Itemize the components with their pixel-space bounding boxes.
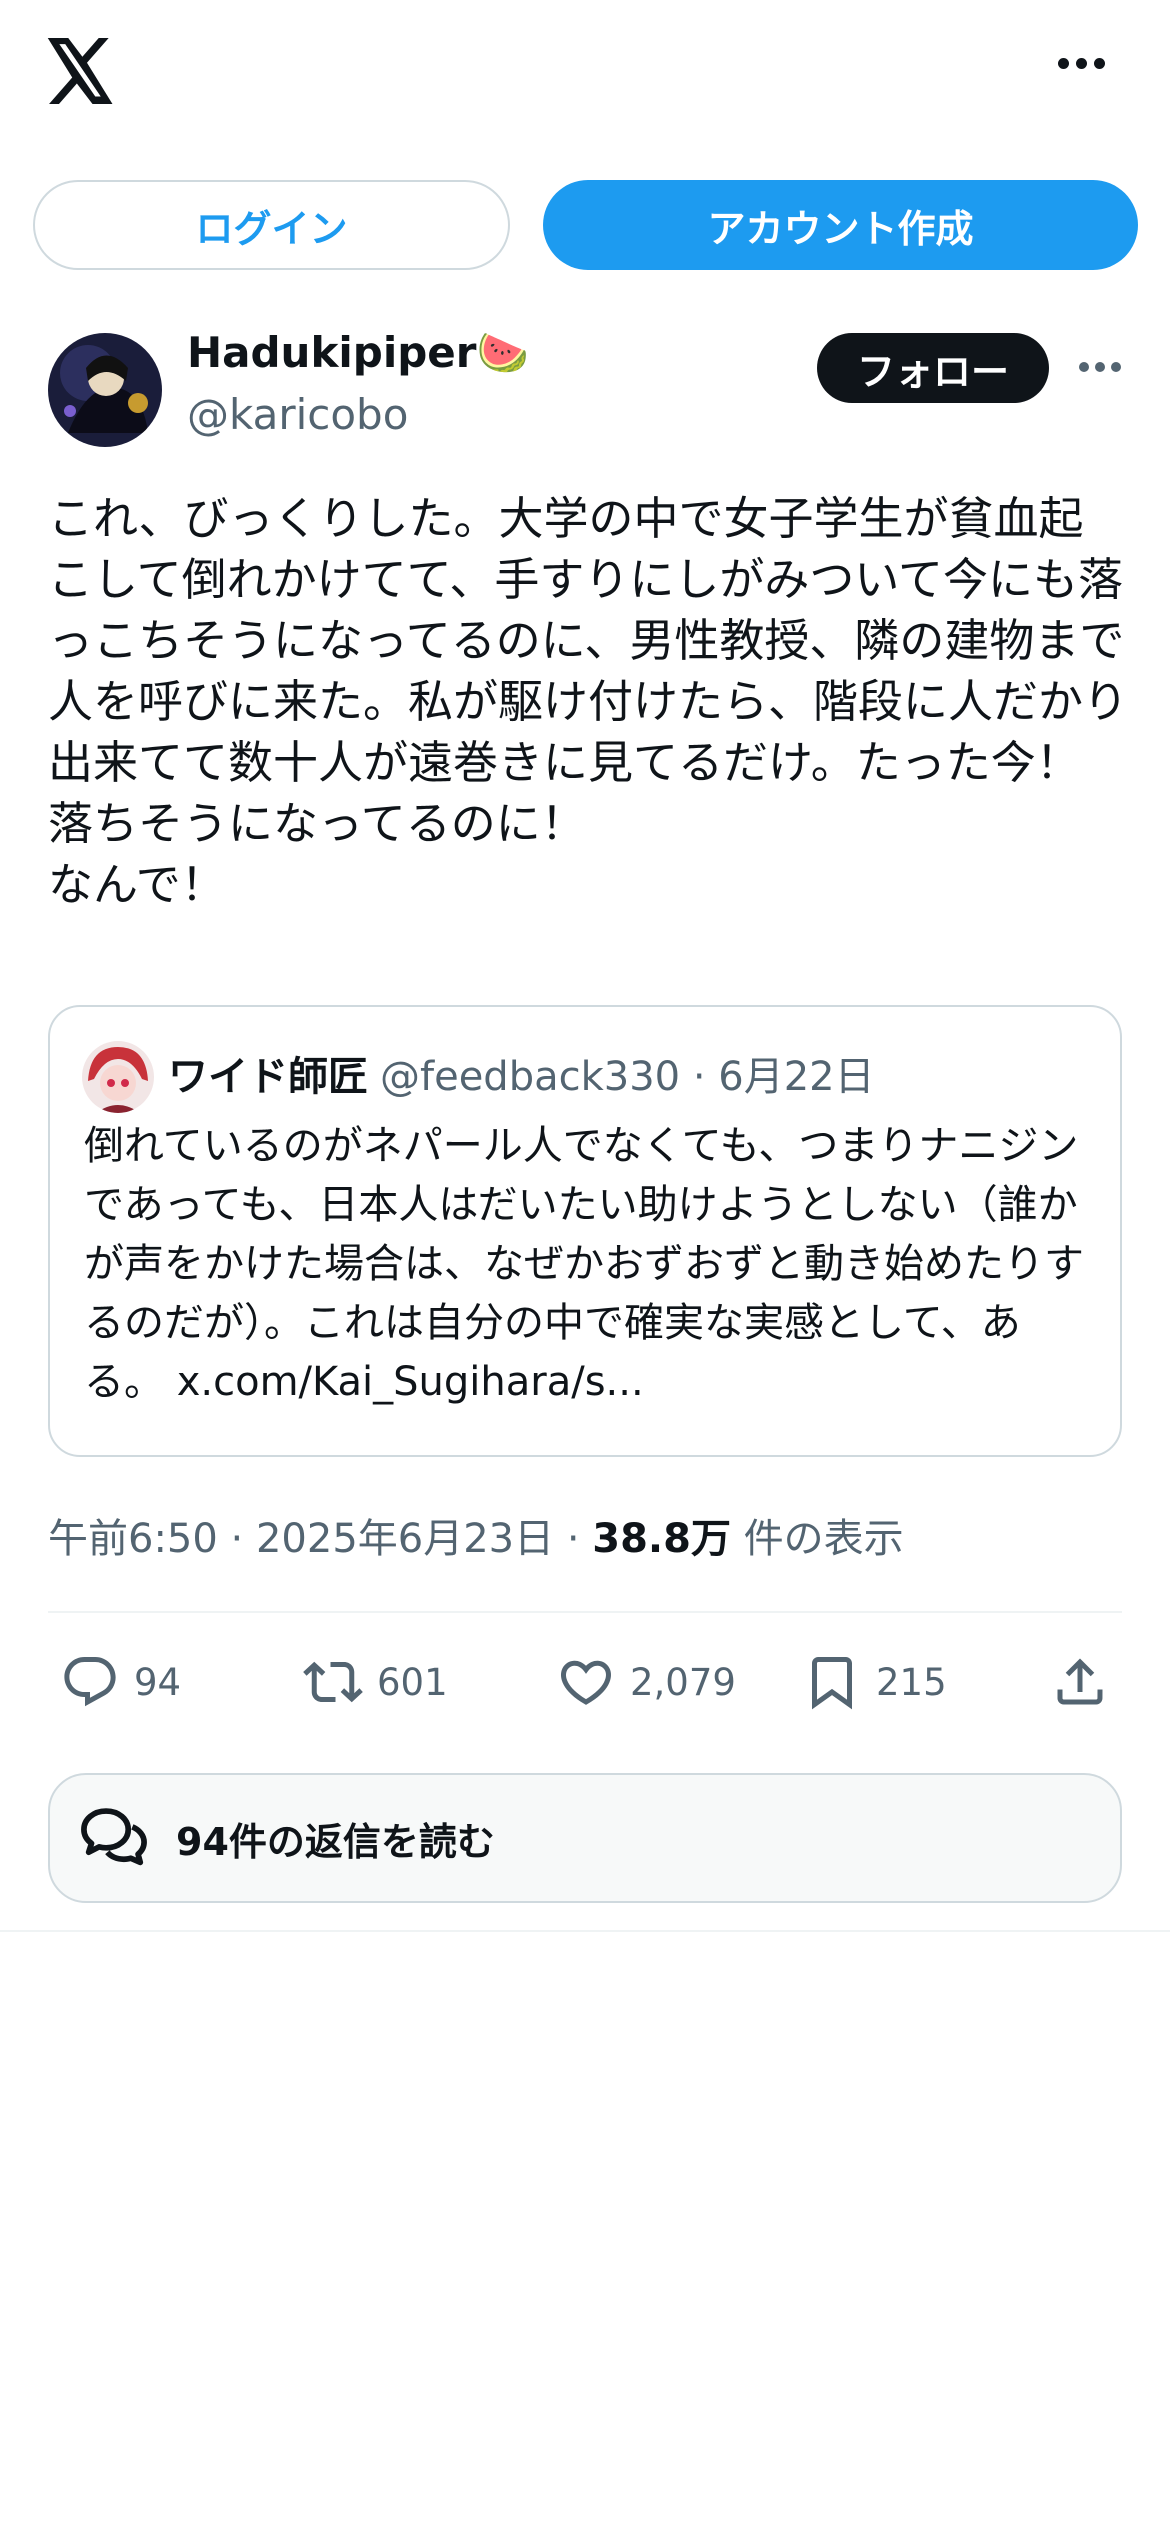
quoted-tweet-header: ワイド師匠 @feedback330 · 6月22日 bbox=[168, 1044, 875, 1102]
bookmark-icon bbox=[812, 1657, 852, 1710]
follow-button[interactable]: フォロー bbox=[817, 333, 1049, 403]
like-count: 2,079 bbox=[630, 1660, 736, 1704]
read-replies-button[interactable]: 94件の返信を読む bbox=[48, 1773, 1122, 1903]
author-handle[interactable]: @karicobo bbox=[187, 390, 408, 439]
views-label: 件の表示 bbox=[730, 1516, 904, 1562]
quoted-author-name: ワイド師匠 bbox=[168, 1054, 368, 1100]
retweet-button[interactable]: 601 bbox=[303, 1652, 448, 1712]
tweet-timestamp-row: 午前6:50 · 2025年6月23日 · 38.8万 件の表示 bbox=[48, 1506, 904, 1564]
conversation-icon bbox=[81, 1808, 147, 1866]
read-replies-label: 94件の返信を読む bbox=[176, 1819, 495, 1864]
heart-icon bbox=[560, 1660, 612, 1705]
more-options-icon[interactable] bbox=[1052, 58, 1112, 78]
create-account-button[interactable]: アカウント作成 bbox=[543, 180, 1138, 270]
divider bbox=[0, 1930, 1170, 1932]
reply-count: 94 bbox=[134, 1660, 182, 1704]
bookmark-button[interactable]: 215 bbox=[802, 1652, 947, 1712]
quoted-tweet-text: 倒れているのがネパール人でなくても、つまりナニジンであっても、日本人はだいたい助… bbox=[84, 1123, 1084, 1405]
views-count: 38.8万 bbox=[592, 1516, 731, 1562]
retweet-count: 601 bbox=[377, 1660, 448, 1704]
x-logo-icon[interactable] bbox=[44, 38, 116, 104]
bookmark-count: 215 bbox=[876, 1660, 947, 1704]
reply-icon bbox=[64, 1657, 116, 1707]
like-button[interactable]: 2,079 bbox=[556, 1652, 736, 1712]
tweet-more-icon[interactable] bbox=[1077, 362, 1123, 376]
author-display-name[interactable]: Hadukipiper🍉 bbox=[187, 328, 529, 378]
author-avatar[interactable] bbox=[48, 333, 162, 447]
reply-button[interactable]: 94 bbox=[60, 1652, 181, 1712]
quoted-author-avatar bbox=[82, 1041, 154, 1113]
share-button[interactable] bbox=[1050, 1652, 1110, 1712]
tweet-time[interactable]: 午前6:50 · 2025年6月23日 · bbox=[48, 1516, 592, 1562]
tweet-text: これ、びっくりした。大学の中で女子学生が貧血起こして倒れかけてて、手すりにしがみ… bbox=[48, 492, 1129, 911]
retweet-icon bbox=[303, 1661, 363, 1703]
share-icon bbox=[1057, 1658, 1103, 1705]
divider bbox=[48, 1611, 1122, 1613]
login-button[interactable]: ログイン bbox=[33, 180, 510, 270]
quoted-tweet-meta: @feedback330 · 6月22日 bbox=[380, 1054, 875, 1100]
